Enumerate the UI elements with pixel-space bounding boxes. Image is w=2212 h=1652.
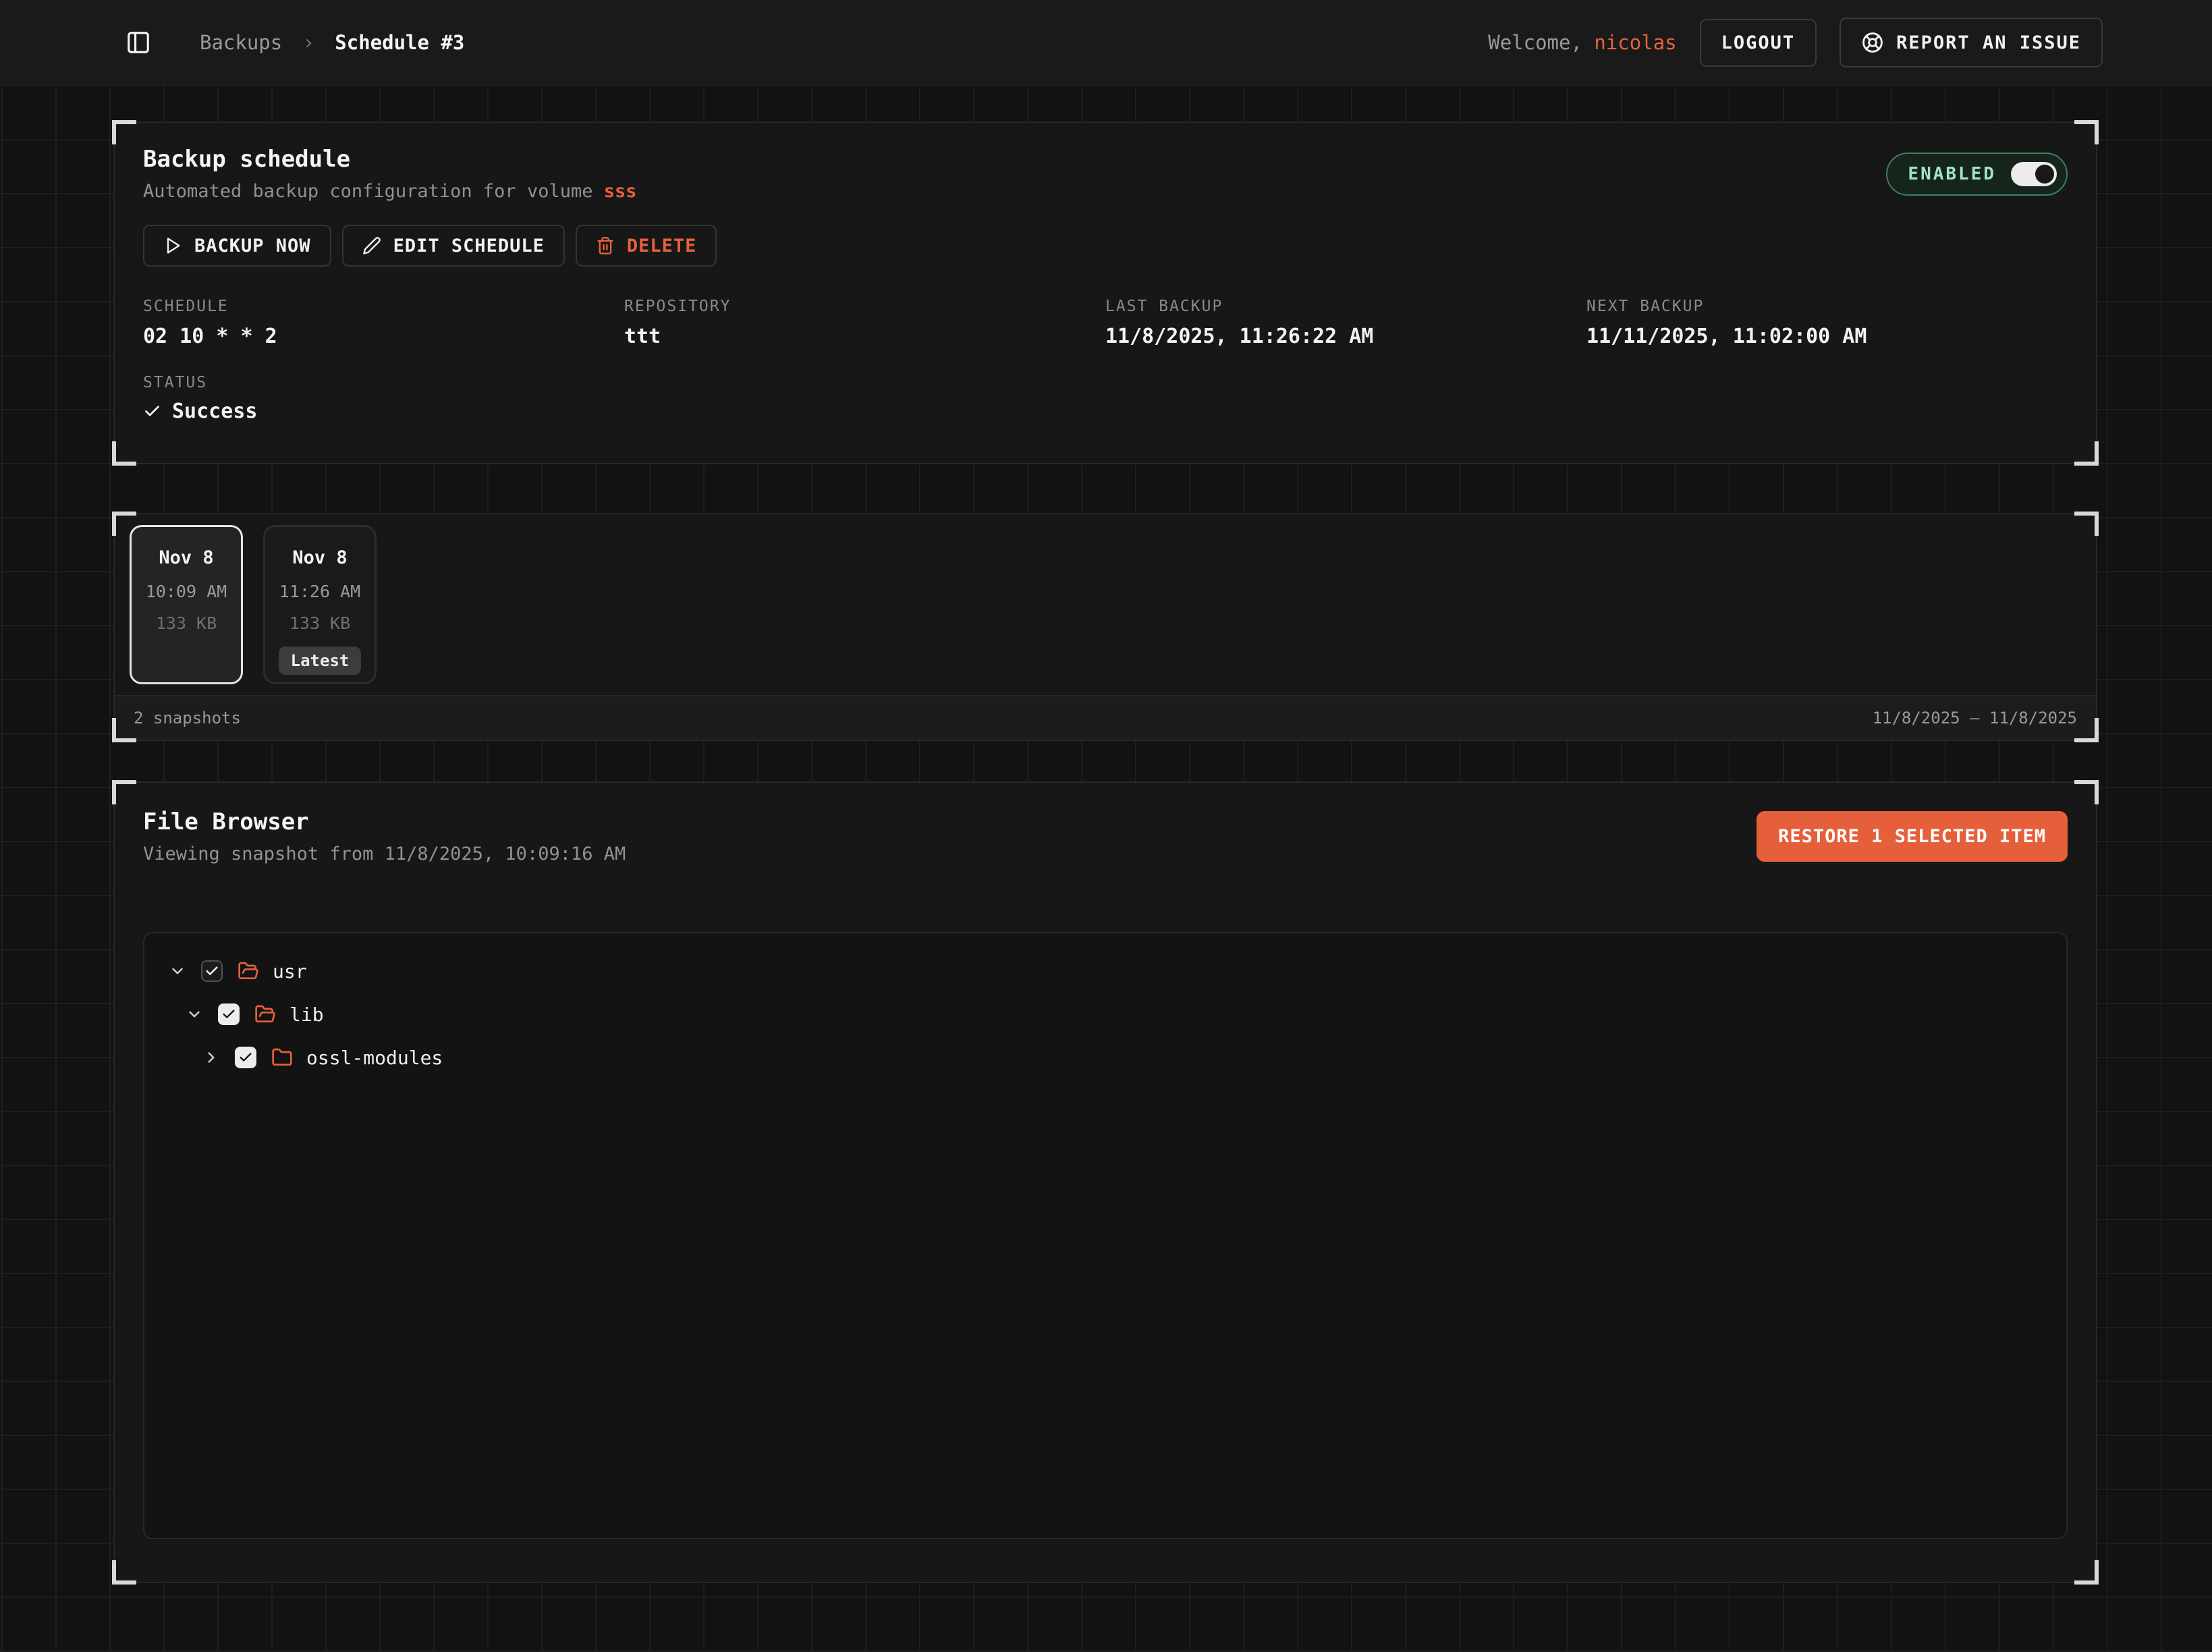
latest-badge: Latest [279,646,362,675]
field-value: 11/11/2025, 11:02:00 AM [1586,325,2068,348]
panel-title: File Browser [143,808,626,835]
subtitle-prefix: Automated backup configuration for volum… [143,181,604,202]
delete-label: DELETE [627,236,697,256]
edit-schedule-label: EDIT SCHEDULE [393,236,545,256]
toggle-switch[interactable] [2011,162,2057,186]
logout-label: LOGOUT [1721,32,1796,53]
snapshots-footer: 2 snapshots 11/8/2025 – 11/8/2025 [115,695,2096,740]
tree-item-label: lib [289,1003,324,1026]
corner-bracket [112,780,136,804]
chevron-right-icon: › [302,31,314,55]
edit-schedule-button[interactable]: EDIT SCHEDULE [342,225,565,267]
panel-title: Backup schedule [143,146,637,173]
play-icon [163,236,182,255]
enabled-toggle[interactable]: ENABLED [1886,153,2068,196]
report-issue-button[interactable]: REPORT AN ISSUE [1840,18,2103,67]
schedule-actions: BACKUP NOW EDIT SCHEDULE DELETE [143,225,2068,267]
corner-bracket [2074,780,2099,804]
corner-bracket [112,441,136,466]
trash-icon [596,236,615,255]
schedule-title-block: Backup schedule Automated backup configu… [143,146,637,202]
snapshot-card[interactable]: Nov 8 11:26 AM 133 KB Latest [263,525,377,684]
breadcrumb-current: Schedule #3 [335,31,464,54]
folder-open-icon [254,1003,276,1025]
backup-now-label: BACKUP NOW [194,236,311,256]
status-text: Success [172,400,257,423]
toggle-knob [2035,165,2054,184]
file-browser-title-block: File Browser Viewing snapshot from 11/8/… [143,808,626,864]
status-value: Success [143,400,2068,423]
main-content: Backup schedule Automated backup configu… [113,121,2097,1583]
top-bar: Backups › Schedule #3 Welcome, nicolas L… [0,0,2212,85]
snapshots-panel: Nov 8 10:09 AM 133 KB Nov 8 11:26 AM 133… [113,513,2097,741]
field-label: NEXT BACKUP [1586,298,2068,315]
snapshot-date: Nov 8 [159,547,213,568]
snapshot-date: Nov 8 [292,547,347,568]
corner-bracket [112,1560,136,1585]
corner-bracket [112,120,136,144]
restore-selected-button[interactable]: RESTORE 1 SELECTED ITEM [1757,811,2068,862]
enabled-label: ENABLED [1908,164,1996,184]
field-value: 11/8/2025, 11:26:22 AM [1105,325,1586,348]
backup-now-button[interactable]: BACKUP NOW [143,225,331,267]
corner-bracket [2074,441,2099,466]
checkbox[interactable] [201,960,223,982]
field-label: STATUS [143,374,2068,391]
panel-left-icon [126,30,151,55]
lifebuoy-icon [1861,31,1884,54]
field-schedule: SCHEDULE 02 10 * * 2 [143,298,624,348]
tree-item-label: usr [273,960,307,983]
folder-icon [271,1047,293,1068]
delete-button[interactable]: DELETE [576,225,717,267]
pencil-icon [362,236,381,255]
chevron-down-icon[interactable] [169,962,186,980]
backup-schedule-panel: Backup schedule Automated backup configu… [113,121,2097,464]
chevron-right-icon[interactable] [202,1049,220,1066]
checkbox[interactable] [218,1003,240,1025]
folder-open-icon [238,960,259,982]
field-label: SCHEDULE [143,298,624,315]
field-repository: REPOSITORY ttt [624,298,1105,348]
schedule-details: SCHEDULE 02 10 * * 2 REPOSITORY ttt LAST… [143,298,2068,348]
welcome-prefix: Welcome, [1488,31,1582,54]
field-label: REPOSITORY [624,298,1105,315]
snapshot-time: 11:26 AM [279,582,360,601]
snapshot-size: 133 KB [156,613,217,633]
corner-bracket [2074,120,2099,144]
file-tree: usr lib [143,932,2068,1539]
breadcrumb-backups[interactable]: Backups [200,31,282,54]
snapshot-time: 10:09 AM [146,582,227,601]
snapshot-count: 2 snapshots [134,709,241,727]
logout-button[interactable]: LOGOUT [1700,19,1817,67]
welcome-text: Welcome, nicolas [1488,31,1676,54]
check-icon [143,402,161,420]
topbar-right: Welcome, nicolas LOGOUT REPORT AN ISSUE [1488,18,2103,67]
snapshot-strip: Nov 8 10:09 AM 133 KB Nov 8 11:26 AM 133… [128,525,2082,695]
tree-item-ossl-modules[interactable]: ossl-modules [144,1036,2066,1079]
snapshot-date-range: 11/8/2025 – 11/8/2025 [1873,709,2077,727]
tree-item-usr[interactable]: usr [144,949,2066,993]
sidebar-toggle-button[interactable] [126,30,151,55]
file-browser-panel: File Browser Viewing snapshot from 11/8/… [113,781,2097,1583]
snapshot-size: 133 KB [289,613,350,633]
tree-item-label: ossl-modules [306,1047,443,1069]
username: nicolas [1594,31,1676,54]
field-status: STATUS Success [143,374,2068,423]
panel-subtitle: Automated backup configuration for volum… [143,181,637,202]
chevron-down-icon[interactable] [186,1006,203,1023]
field-value: ttt [624,325,1105,348]
field-value: 02 10 * * 2 [143,325,624,348]
corner-bracket [2074,1560,2099,1585]
field-next-backup: NEXT BACKUP 11/11/2025, 11:02:00 AM [1586,298,2068,348]
tree-item-lib[interactable]: lib [144,993,2066,1036]
field-label: LAST BACKUP [1105,298,1586,315]
report-issue-label: REPORT AN ISSUE [1896,32,2081,53]
field-last-backup: LAST BACKUP 11/8/2025, 11:26:22 AM [1105,298,1586,348]
volume-name: sss [604,181,637,202]
breadcrumb: Backups › Schedule #3 [200,31,464,55]
panel-subtitle: Viewing snapshot from 11/8/2025, 10:09:1… [143,844,626,864]
checkbox[interactable] [235,1047,256,1068]
snapshot-card-selected[interactable]: Nov 8 10:09 AM 133 KB [130,525,243,684]
